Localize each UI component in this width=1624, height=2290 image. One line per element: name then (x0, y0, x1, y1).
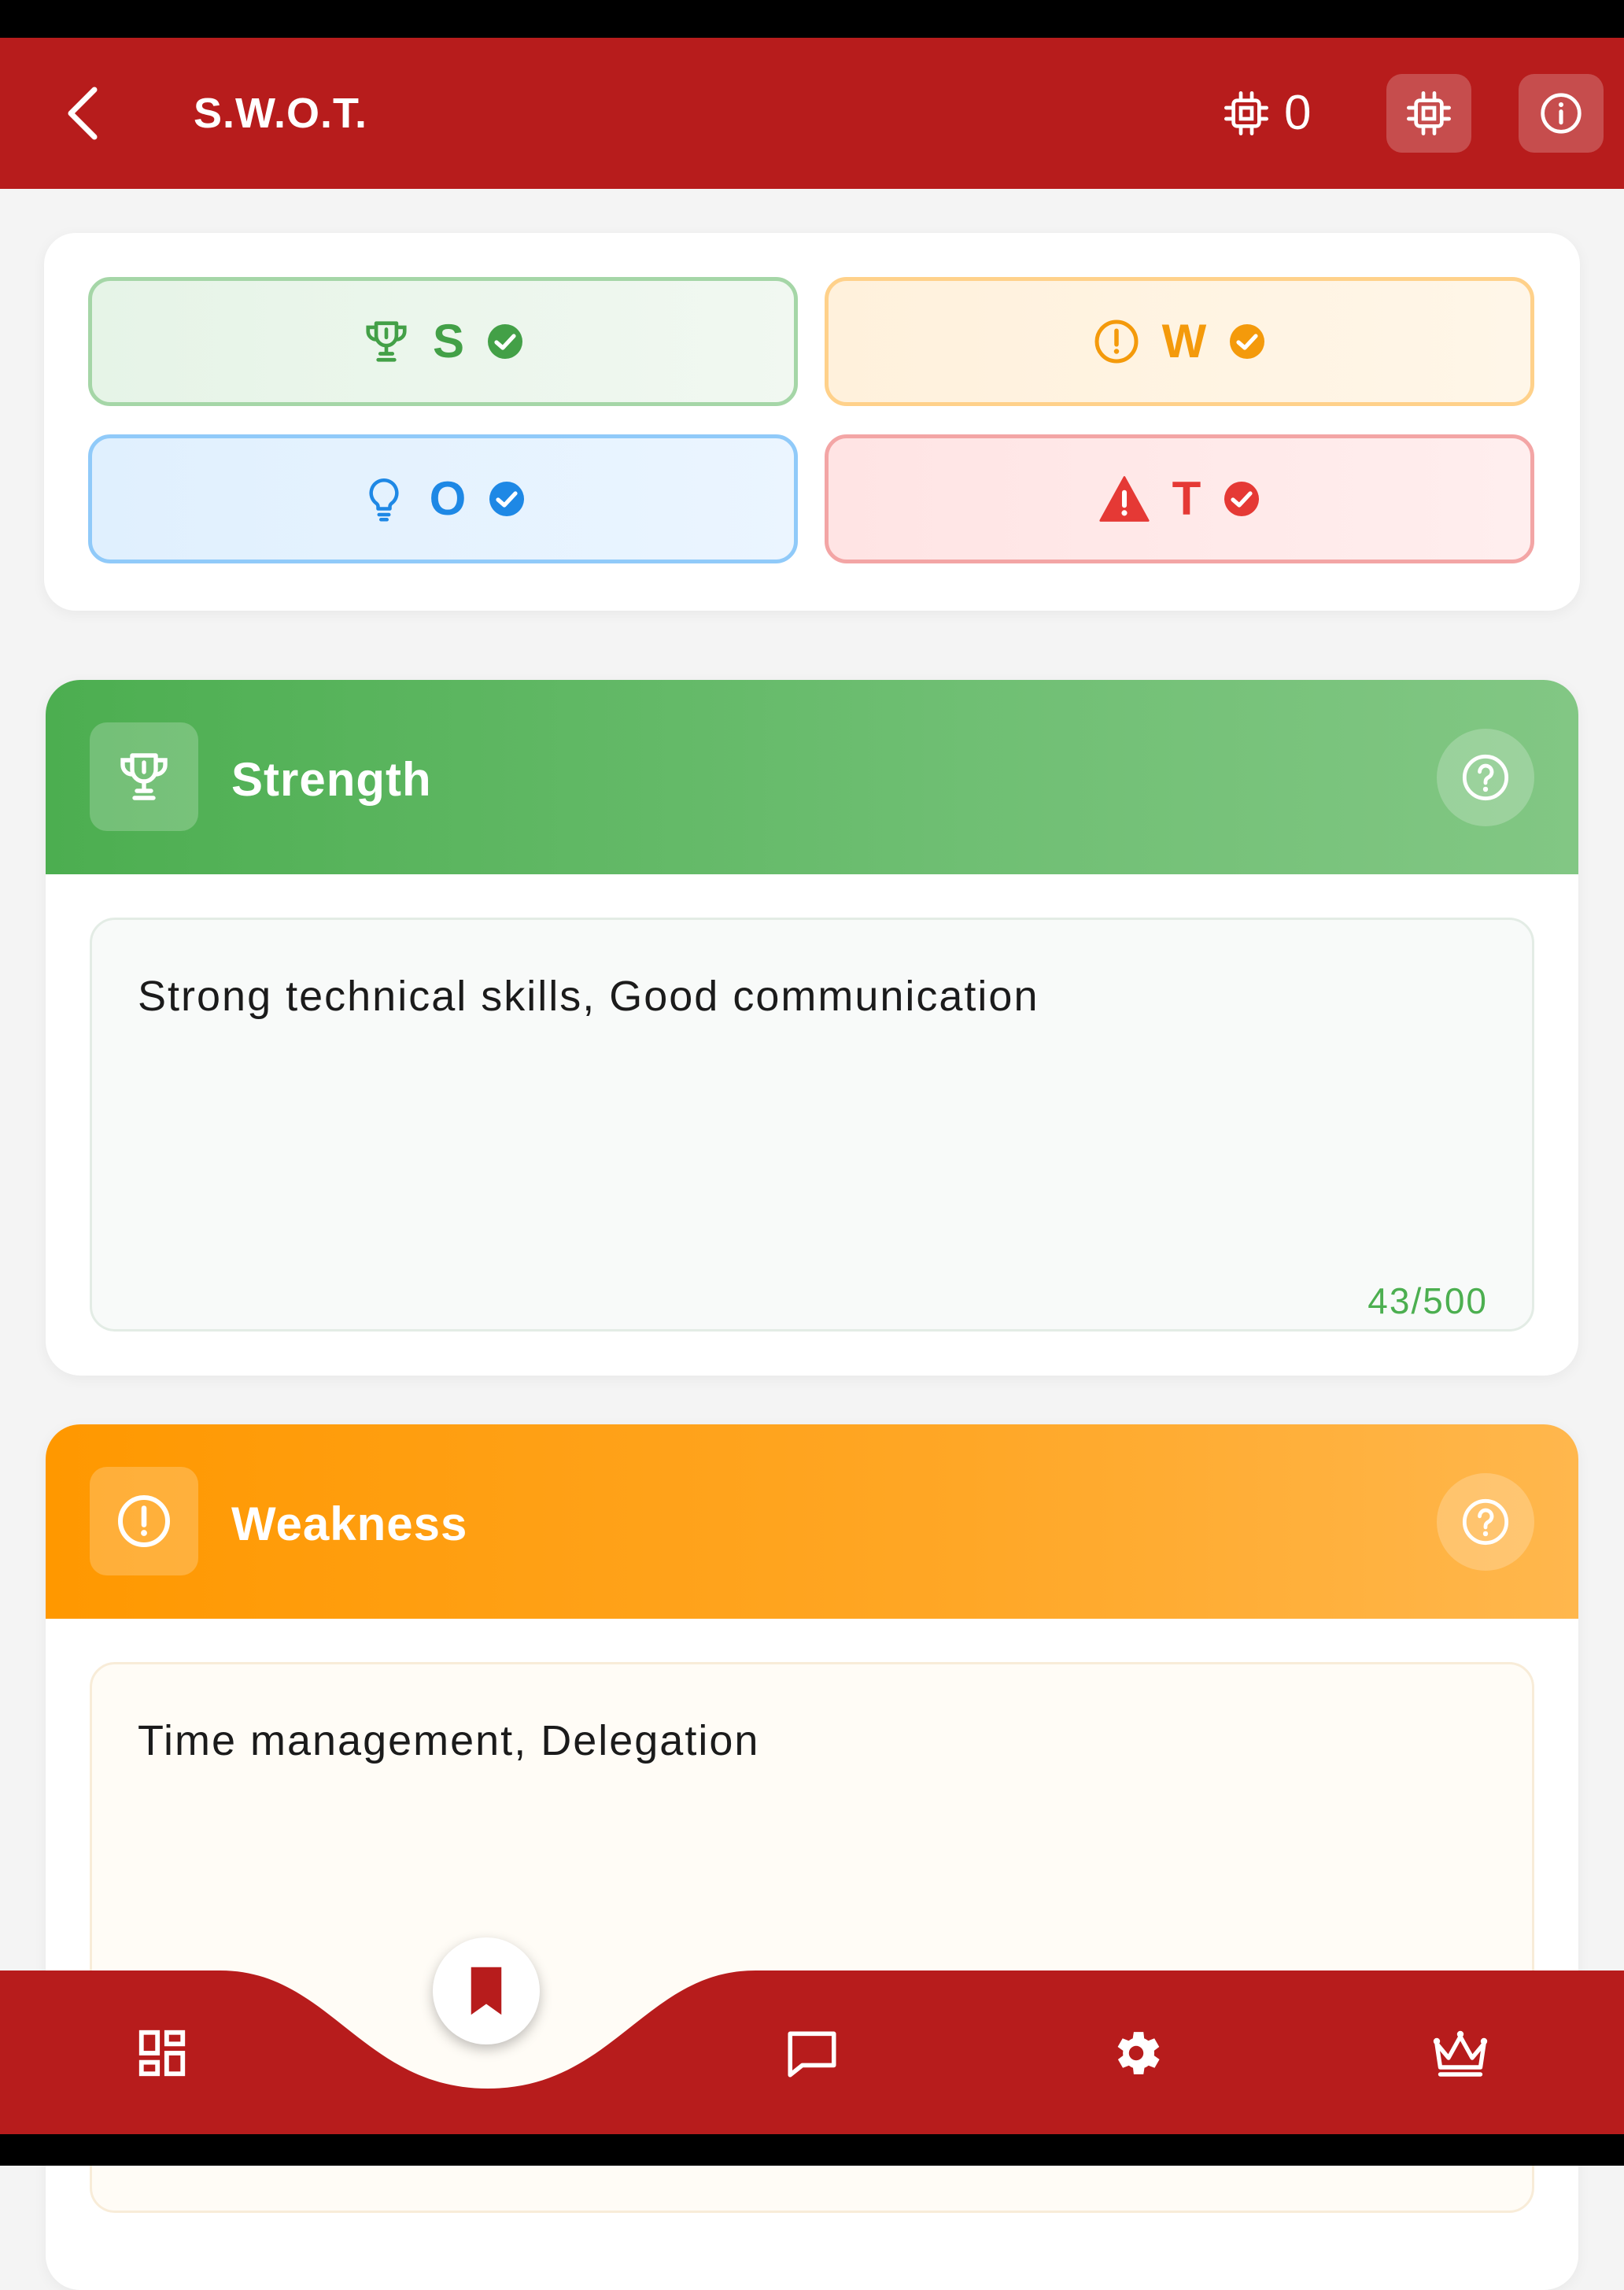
credits-button[interactable] (1386, 74, 1471, 153)
nav-bookmark-fab[interactable] (433, 1937, 540, 2044)
chip-opportunity[interactable]: O (88, 434, 798, 563)
weakness-input-text: Time management, Delegation (138, 1717, 760, 1764)
nav-premium[interactable] (1413, 2010, 1508, 2096)
chip-strength[interactable]: S (88, 277, 798, 406)
weakness-help-button[interactable] (1437, 1473, 1534, 1571)
chip-weakness[interactable]: W (825, 277, 1534, 406)
warning-triangle-icon (1099, 476, 1150, 522)
settings-icon (1117, 2032, 1160, 2074)
weakness-title: Weakness (231, 1498, 468, 1550)
info-button[interactable] (1519, 74, 1604, 153)
strength-section: Strength Strong technical skills, Good c… (46, 680, 1578, 1376)
strength-header: Strength (46, 680, 1578, 874)
help-icon (1462, 754, 1509, 801)
info-icon (1541, 93, 1582, 134)
strength-char-count: 43/500 (1367, 1280, 1488, 1321)
check-circle-icon (1230, 324, 1265, 359)
alert-circle-icon (1094, 319, 1139, 364)
chip-letter: O (429, 472, 467, 525)
nav-dashboard[interactable] (115, 2010, 209, 2096)
help-icon (1462, 1498, 1509, 1546)
header-icon-box (90, 1467, 198, 1575)
trophy-icon (366, 321, 407, 362)
swot-summary-card: S W O T (44, 233, 1580, 611)
check-circle-icon (489, 482, 525, 516)
chip-icon (1407, 91, 1451, 135)
lightbulb-icon (369, 478, 399, 522)
check-circle-icon (1224, 482, 1260, 516)
check-circle-icon (488, 324, 523, 359)
chip-letter: W (1161, 315, 1207, 368)
trophy-icon (120, 753, 168, 800)
app-bar: S.W.O.T. 0 (0, 38, 1624, 189)
chat-icon (788, 2031, 836, 2078)
chip-letter: T (1172, 472, 1201, 525)
system-nav-bar (0, 2134, 1624, 2166)
strength-help-button[interactable] (1437, 729, 1534, 826)
chip-icon (1224, 91, 1268, 135)
alert-circle-icon (118, 1495, 170, 1547)
chip-letter: S (432, 315, 465, 368)
nav-settings[interactable] (1089, 2010, 1183, 2096)
credits-count: 0 (1284, 86, 1312, 140)
bookmark-icon (471, 1967, 502, 2015)
header-icon-box (90, 722, 198, 831)
dashboard-icon (138, 2030, 186, 2077)
status-bar (0, 0, 1624, 38)
back-arrow-icon (68, 87, 98, 140)
back-button[interactable] (47, 77, 120, 150)
page-title: S.W.O.T. (194, 90, 368, 137)
weakness-header: Weakness (46, 1424, 1578, 1619)
strength-title: Strength (231, 753, 432, 806)
credits-counter: 0 (1224, 83, 1311, 143)
strength-input[interactable]: Strong technical skills, Good communicat… (90, 918, 1534, 1332)
nav-chat[interactable] (765, 2010, 859, 2096)
chip-threat[interactable]: T (825, 434, 1534, 563)
strength-input-text: Strong technical skills, Good communicat… (138, 973, 1039, 1020)
bottom-nav (0, 1971, 1624, 2134)
crown-icon (1433, 2030, 1488, 2077)
